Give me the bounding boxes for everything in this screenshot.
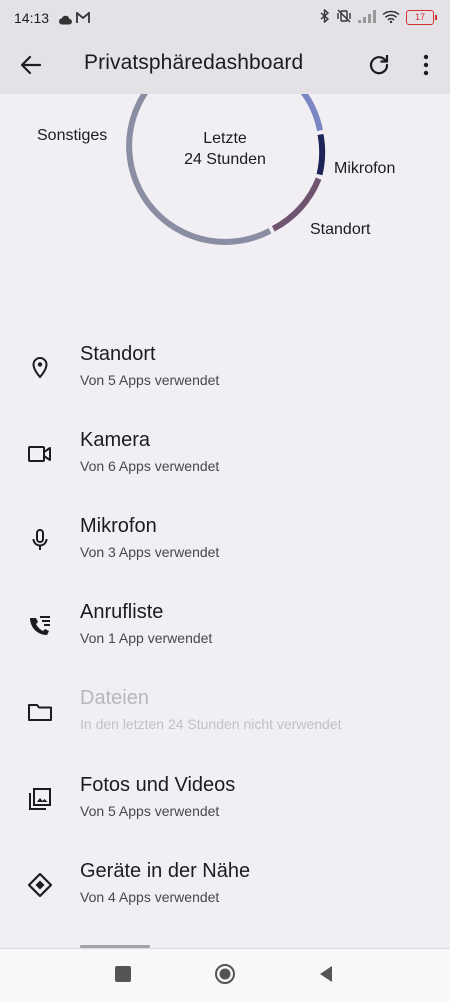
status-bar: 14:13 17 xyxy=(0,0,450,36)
more-vert-icon[interactable] xyxy=(414,52,438,78)
recent-apps-icon[interactable] xyxy=(115,966,131,982)
permission-item-camera[interactable]: Kamera Von 6 Apps verwendet xyxy=(0,424,450,510)
permission-subtitle: Von 5 Apps verwendet xyxy=(80,372,220,388)
app-bar: Privatsphäredashboard xyxy=(0,36,450,94)
photo-library-icon xyxy=(26,785,54,813)
bluetooth-icon xyxy=(320,8,330,26)
wifi-icon xyxy=(382,10,400,26)
call-log-icon xyxy=(26,612,54,640)
signal-icon xyxy=(358,9,376,26)
permission-title: Geräte in der Nähe xyxy=(80,860,251,882)
permission-item-photos-videos[interactable]: Fotos und Videos Von 5 Apps verwendet xyxy=(0,769,450,855)
system-nav-bar xyxy=(0,948,450,1002)
usage-ring-chart[interactable]: Letzte 24 Stunden Sonstiges Mikrofon Sta… xyxy=(0,94,450,324)
gmail-icon xyxy=(76,11,90,27)
chart-label-microphone: Mikrofon xyxy=(334,160,396,177)
ring-segment-camera xyxy=(300,94,323,132)
permission-item-nearby-devices[interactable]: Geräte in der Nähe Von 4 Apps verwendet xyxy=(0,855,450,941)
camera-icon xyxy=(26,440,54,468)
home-icon[interactable] xyxy=(214,963,236,985)
battery-icon: 17 xyxy=(406,10,437,25)
permission-subtitle: Von 6 Apps verwendet xyxy=(80,458,220,474)
arrow-back-icon[interactable] xyxy=(18,52,44,78)
status-icons: 17 xyxy=(320,8,437,26)
nearby-devices-icon xyxy=(26,871,54,899)
chart-label-location: Standort xyxy=(310,221,371,238)
chart-label-other: Sonstiges xyxy=(37,127,108,144)
permission-item-call-log[interactable]: Anrufliste Von 1 App verwendet xyxy=(0,596,450,682)
vibrate-off-icon xyxy=(336,9,352,26)
cloud-icon xyxy=(58,13,72,28)
location-pin-icon xyxy=(26,354,54,382)
permission-item-microphone[interactable]: Mikrofon Von 3 Apps verwendet xyxy=(0,510,450,596)
permission-title: Fotos und Videos xyxy=(80,774,236,796)
microphone-icon xyxy=(26,526,54,554)
nav-back-icon[interactable] xyxy=(316,963,336,985)
permission-title: Mikrofon xyxy=(80,515,157,537)
chart-center-line1: Letzte xyxy=(203,130,247,147)
permission-subtitle: Von 1 App verwendet xyxy=(80,630,213,646)
permission-title: Kamera xyxy=(80,429,151,451)
permission-item-files[interactable]: Dateien In den letzten 24 Stunden nicht … xyxy=(0,682,450,768)
permission-subtitle: Von 5 Apps verwendet xyxy=(80,803,220,819)
permission-title: Anrufliste xyxy=(80,601,164,623)
status-time: 14:13 xyxy=(14,10,50,26)
chart-center-line2: 24 Stunden xyxy=(184,151,266,168)
folder-icon xyxy=(26,698,54,726)
permission-subtitle: In den letzten 24 Stunden nicht verwende… xyxy=(80,716,342,732)
refresh-icon[interactable] xyxy=(366,52,392,78)
chart-center-label: Letzte 24 Stunden xyxy=(160,128,290,170)
page-title: Privatsphäredashboard xyxy=(84,51,304,74)
permission-subtitle: Von 4 Apps verwendet xyxy=(80,889,220,905)
permission-title: Standort xyxy=(80,343,156,365)
ring-segment-microphone xyxy=(316,133,326,176)
permission-item-location[interactable]: Standort Von 5 Apps verwendet xyxy=(0,338,450,424)
permission-subtitle: Von 3 Apps verwendet xyxy=(80,544,220,560)
permission-title: Dateien xyxy=(80,687,149,709)
